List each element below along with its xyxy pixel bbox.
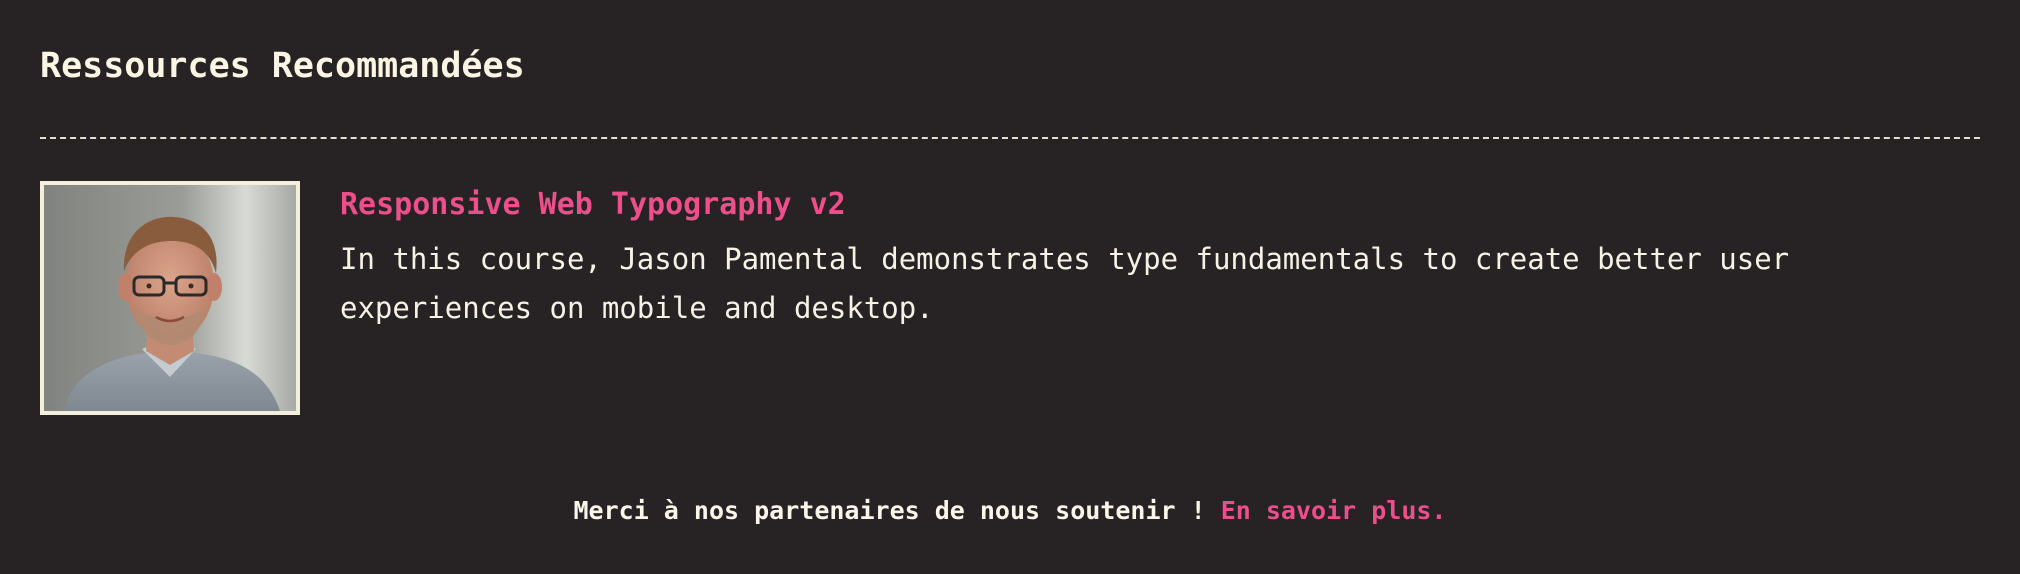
instructor-photo[interactable] [40, 181, 300, 415]
resource-card: Responsive Web Typography v2 In this cou… [40, 181, 1980, 415]
learn-more-link[interactable]: En savoir plus. [1221, 496, 1447, 525]
partners-note: Merci à nos partenaires de nous soutenir… [0, 496, 2020, 525]
course-description: In this course, Jason Pamental demonstra… [340, 242, 1790, 325]
instructor-photo-image [44, 185, 296, 411]
dashed-divider [40, 137, 1980, 139]
course-title-link[interactable]: Responsive Web Typography v2 [340, 187, 846, 222]
partners-note-text: Merci à nos partenaires de nous soutenir… [573, 496, 1206, 525]
section-title: Ressources Recommandées [40, 46, 525, 86]
